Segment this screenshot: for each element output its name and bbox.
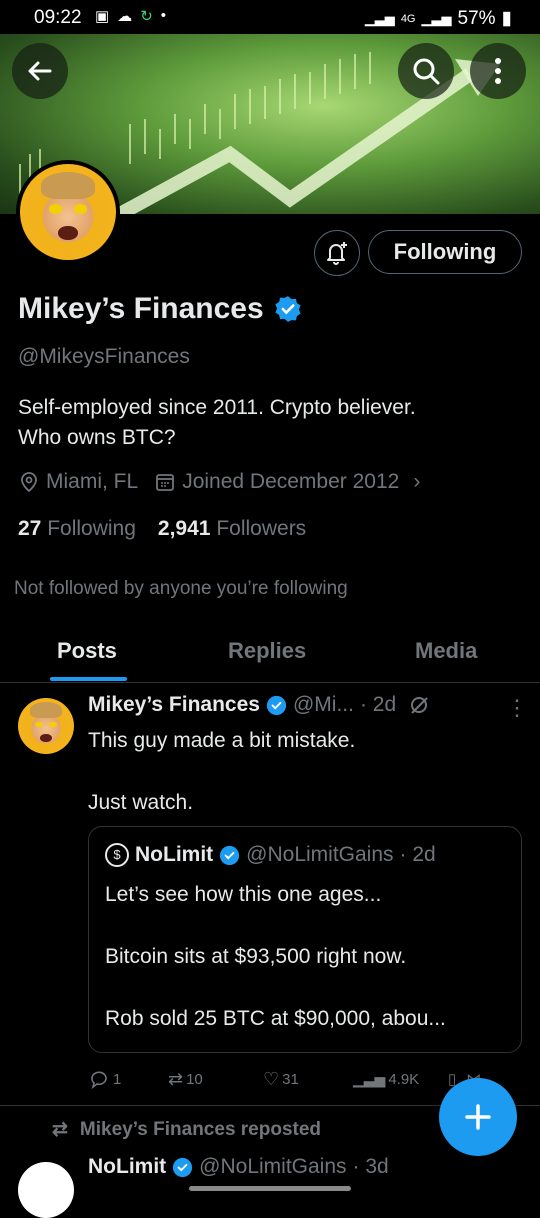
status-bar: 09:22 ▣ ☁ ↻ • ▁▃▅ 4G ▁▃▅ 57% ▮ — [0, 0, 540, 34]
views-button[interactable]: ▁▃▅ 4.9K — [353, 1068, 448, 1090]
quote-header: $ NoLimit @NoLimitGains · 2d — [105, 843, 436, 867]
gallery-icon: ▣ — [95, 8, 110, 25]
followers-label: Followers — [216, 517, 307, 540]
profile-handle: @MikeysFinances — [18, 345, 190, 368]
quoted-tweet[interactable]: $ NoLimit @NoLimitGains · 2d Let’s see h… — [88, 826, 522, 1053]
tab-replies[interactable]: Replies — [228, 638, 306, 664]
tweet-header: Mikey’s Finances @Mi... · 2d — [88, 693, 430, 717]
repost-small-icon: ⇄ — [52, 1119, 68, 1140]
search-icon — [413, 58, 440, 85]
repost-button[interactable]: ⇄ 10 — [168, 1068, 263, 1090]
repost-icon: ⇄ — [168, 1068, 184, 1089]
verified-badge-icon — [173, 1157, 193, 1177]
profile-name-row: Mikey’s Finances — [18, 292, 302, 326]
following-stat[interactable]: 27 Following — [18, 517, 136, 541]
back-button[interactable] — [12, 43, 68, 99]
reply-icon — [91, 1071, 107, 1089]
status-right: ▁▃▅ 4G ▁▃▅ 57% ▮ — [365, 7, 512, 30]
tweet2-time: · 3d — [352, 1155, 389, 1178]
following-button[interactable]: Following — [368, 230, 522, 274]
profile-tabs: Posts Replies Media — [0, 620, 540, 683]
followers-count: 2,941 — [157, 517, 211, 540]
profile-meta: Miami, FL Joined December 2012 › — [18, 470, 420, 494]
compose-button[interactable] — [439, 1078, 517, 1156]
following-count: 27 — [18, 517, 42, 540]
profile-stats: 27 Following 2,941 Followers — [18, 517, 306, 541]
gesture-navigation-bar[interactable] — [189, 1186, 351, 1191]
notify-button[interactable] — [314, 230, 360, 276]
views-icon: ▁▃▅ — [353, 1070, 386, 1087]
like-count: 31 — [282, 1070, 299, 1088]
verified-badge-icon[interactable] — [274, 295, 302, 323]
followers-stat[interactable]: 2,941 Followers — [158, 517, 306, 541]
quote-time: · 2d — [399, 843, 436, 866]
not-followed-text: Not followed by anyone you’re following — [14, 578, 348, 599]
signal-icon-2: ▁▃▅ — [421, 10, 452, 26]
verified-badge-icon — [266, 695, 287, 715]
location-pin-icon — [21, 472, 37, 493]
repost-count: 10 — [186, 1070, 203, 1088]
bell-plus-icon — [327, 242, 347, 265]
repost-indicator: ⇄ Mikey’s Finances reposted — [52, 1118, 321, 1141]
battery-icon: ▮ — [501, 8, 512, 29]
dot-icon: • — [160, 7, 167, 24]
battery-percent: 57% — [457, 7, 496, 29]
weather-icon: ☁ — [117, 8, 133, 25]
chevron-right-icon[interactable]: › — [413, 470, 420, 494]
profile-location: Miami, FL — [46, 470, 139, 493]
profile-joined: Joined December 2012 — [182, 470, 400, 493]
heart-icon: ♡ — [263, 1068, 280, 1089]
calendar-icon — [156, 474, 175, 491]
network-type: 4G — [400, 12, 416, 25]
reply-count: 1 — [113, 1070, 122, 1088]
tweet2-header: NoLimit @NoLimitGains · 3d — [88, 1155, 389, 1179]
views-count: 4.9K — [388, 1070, 420, 1088]
profile-name: Mikey’s Finances — [18, 292, 264, 325]
following-label: Following — [47, 517, 136, 540]
quote-avatar-icon: $ — [105, 843, 129, 867]
quote-author-name: NoLimit — [135, 843, 214, 866]
status-notification-icons: ▣ ☁ ↻ • — [95, 7, 166, 25]
more-button[interactable] — [470, 43, 526, 99]
tweet2-author-name[interactable]: NoLimit — [88, 1155, 166, 1179]
tweet-author-handle: @Mi... — [292, 693, 354, 716]
search-button[interactable] — [398, 43, 454, 99]
quote-text: Let’s see how this one ages... Bitcoin s… — [105, 883, 446, 1030]
tweet-text: This guy made a bit mistake. Just watch. — [88, 729, 356, 814]
tweet-more-icon[interactable]: ⋮ — [506, 695, 528, 721]
tweet2-avatar[interactable] — [18, 1162, 74, 1218]
sync-icon: ↻ — [140, 8, 153, 25]
profile-avatar[interactable] — [16, 160, 120, 264]
tab-posts[interactable]: Posts — [57, 638, 117, 664]
active-tab-indicator — [50, 677, 127, 681]
arrow-left-icon — [28, 61, 52, 81]
tweet[interactable]: Mikey’s Finances @Mi... · 2d ⋮ This guy … — [0, 683, 540, 1106]
repost-label: Mikey’s Finances reposted — [79, 1118, 322, 1140]
plus-icon — [465, 1104, 491, 1130]
like-button[interactable]: ♡ 31 — [263, 1068, 353, 1090]
profile-bio: Self-employed since 2011. Crypto believe… — [18, 396, 416, 449]
tweet-author-name[interactable]: Mikey’s Finances — [88, 693, 260, 717]
tweet2-author-handle: @NoLimitGains — [199, 1155, 347, 1178]
status-time: 09:22 — [34, 7, 82, 28]
quote-author-handle: @NoLimitGains — [246, 843, 394, 866]
signal-icon: ▁▃▅ — [364, 10, 395, 26]
tweet-avatar[interactable] — [18, 698, 74, 754]
tab-media[interactable]: Media — [415, 638, 477, 664]
more-vertical-icon — [495, 58, 501, 84]
reply-button[interactable]: 1 — [88, 1068, 168, 1090]
grok-icon[interactable] — [408, 694, 430, 716]
tweet-time: · 2d — [359, 693, 397, 716]
verified-badge-icon — [220, 845, 240, 865]
